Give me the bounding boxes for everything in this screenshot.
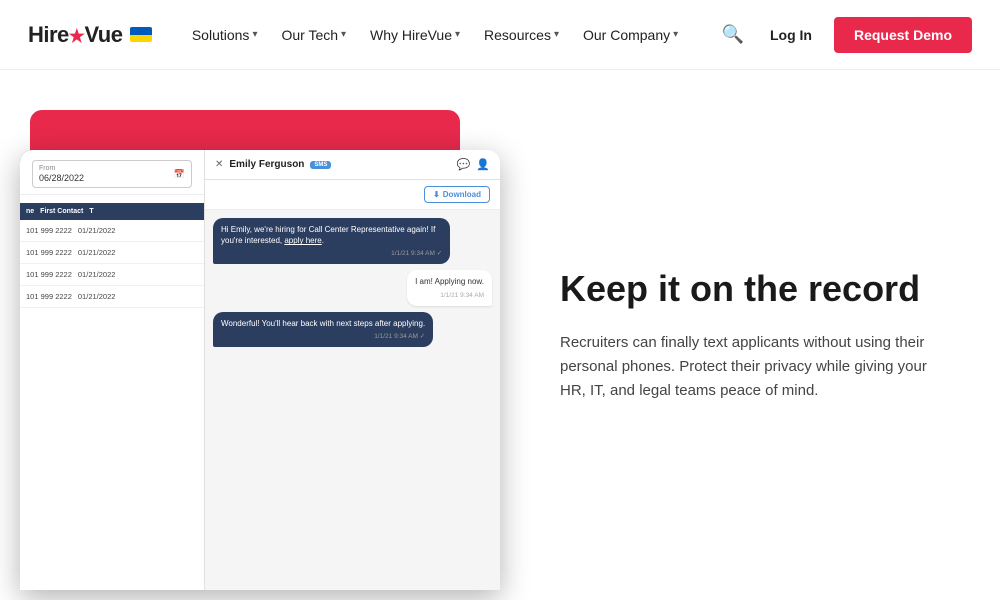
- date: 01/21/2022: [78, 270, 116, 279]
- chat-header: ✕ Emily Ferguson SMS 💬 👤: [205, 150, 500, 180]
- date-value: 06/28/2022: [39, 173, 84, 183]
- screen-left-panel: From 06/28/2022 📅 ne First Contact T 101…: [20, 150, 205, 590]
- table-row: 101 999 2222 01/21/2022: [20, 286, 204, 308]
- date: 01/21/2022: [78, 292, 116, 301]
- nav-our-company[interactable]: Our Company ▾: [573, 21, 688, 49]
- chat-body: Hi Emily, we're hiring for Call Center R…: [205, 210, 500, 590]
- message-text: Wonderful! You'll hear back with next st…: [221, 319, 425, 328]
- page-body: Recruiters can finally text applicants w…: [560, 331, 940, 403]
- sms-badge: SMS: [310, 161, 331, 169]
- message-icon[interactable]: 💬: [457, 158, 471, 171]
- chevron-down-icon: ▾: [554, 29, 559, 40]
- table-header: ne First Contact T: [20, 203, 204, 220]
- message-timestamp: 1/1/21 9:34 AM ✓: [221, 249, 442, 258]
- nav-links: Solutions ▾ Our Tech ▾ Why HireVue ▾ Res…: [182, 21, 688, 49]
- device-mockup: From 06/28/2022 📅 ne First Contact T 101…: [0, 70, 510, 600]
- col-first-contact: First Contact: [40, 208, 83, 215]
- chat-action-icons: 💬 👤: [457, 158, 490, 171]
- chat-panel: ✕ Emily Ferguson SMS 💬 👤 ⬇ Download: [205, 150, 500, 590]
- nav-why-hirevue[interactable]: Why HireVue ▾: [360, 21, 470, 49]
- chevron-down-icon: ▾: [673, 29, 678, 40]
- logo[interactable]: Hire★Vue: [28, 22, 152, 48]
- page-title: Keep it on the record: [560, 267, 950, 310]
- table-row: 101 999 2222 01/21/2022: [20, 220, 204, 242]
- calendar-icon: 📅: [174, 169, 185, 180]
- message-timestamp: 1/1/21 9:34 AM: [415, 291, 484, 300]
- person-icon[interactable]: 👤: [476, 158, 490, 171]
- chat-message-out: Hi Emily, we're hiring for Call Center R…: [213, 218, 450, 264]
- request-demo-button[interactable]: Request Demo: [834, 17, 972, 53]
- main-content: From 06/28/2022 📅 ne First Contact T 101…: [0, 70, 1000, 600]
- laptop-screen: From 06/28/2022 📅 ne First Contact T 101…: [20, 150, 500, 590]
- date-label: From: [39, 165, 84, 172]
- login-button[interactable]: Log In: [760, 21, 822, 49]
- logo-text: Hire★Vue: [28, 22, 122, 48]
- col-t: T: [89, 208, 93, 215]
- nav-solutions[interactable]: Solutions ▾: [182, 21, 268, 49]
- nav-our-tech[interactable]: Our Tech ▾: [271, 21, 356, 49]
- phone: 101 999 2222: [26, 292, 72, 301]
- message-timestamp: 1/1/21 9:34 AM ✓: [221, 332, 425, 341]
- date: 01/21/2022: [78, 226, 116, 235]
- col-name: ne: [26, 208, 34, 215]
- download-icon: ⬇: [433, 190, 440, 199]
- phone: 101 999 2222: [26, 226, 72, 235]
- chevron-down-icon: ▾: [341, 29, 346, 40]
- chat-contact-name: Emily Ferguson: [229, 159, 304, 170]
- chat-message-in: I am! Applying now. 1/1/21 9:34 AM: [407, 270, 492, 305]
- chat-header-left: ✕ Emily Ferguson SMS: [215, 159, 331, 170]
- text-area: Keep it on the record Recruiters can fin…: [510, 227, 1000, 442]
- nav-actions: 🔍 Log In Request Demo: [718, 17, 972, 53]
- download-button[interactable]: ⬇ Download: [424, 186, 490, 203]
- navigation: Hire★Vue Solutions ▾ Our Tech ▾ Why Hire…: [0, 0, 1000, 70]
- chevron-down-icon: ▾: [252, 29, 257, 40]
- table-row: 101 999 2222 01/21/2022: [20, 242, 204, 264]
- date: 01/21/2022: [78, 248, 116, 257]
- close-icon[interactable]: ✕: [215, 159, 223, 170]
- date-filter-area: From 06/28/2022 📅: [20, 150, 204, 195]
- phone: 101 999 2222: [26, 248, 72, 257]
- nav-resources[interactable]: Resources ▾: [474, 21, 569, 49]
- chevron-down-icon: ▾: [455, 29, 460, 40]
- ukraine-flag: [130, 27, 152, 42]
- chat-message-out-2: Wonderful! You'll hear back with next st…: [213, 312, 433, 347]
- laptop-frame: From 06/28/2022 📅 ne First Contact T 101…: [20, 150, 500, 590]
- table-row: 101 999 2222 01/21/2022: [20, 264, 204, 286]
- search-button[interactable]: 🔍: [718, 20, 748, 49]
- date-field[interactable]: From 06/28/2022 📅: [32, 160, 192, 188]
- message-text: Hi Emily, we're hiring for Call Center R…: [221, 225, 435, 245]
- phone: 101 999 2222: [26, 270, 72, 279]
- message-text: I am! Applying now.: [415, 277, 484, 286]
- download-area: ⬇ Download: [205, 180, 500, 210]
